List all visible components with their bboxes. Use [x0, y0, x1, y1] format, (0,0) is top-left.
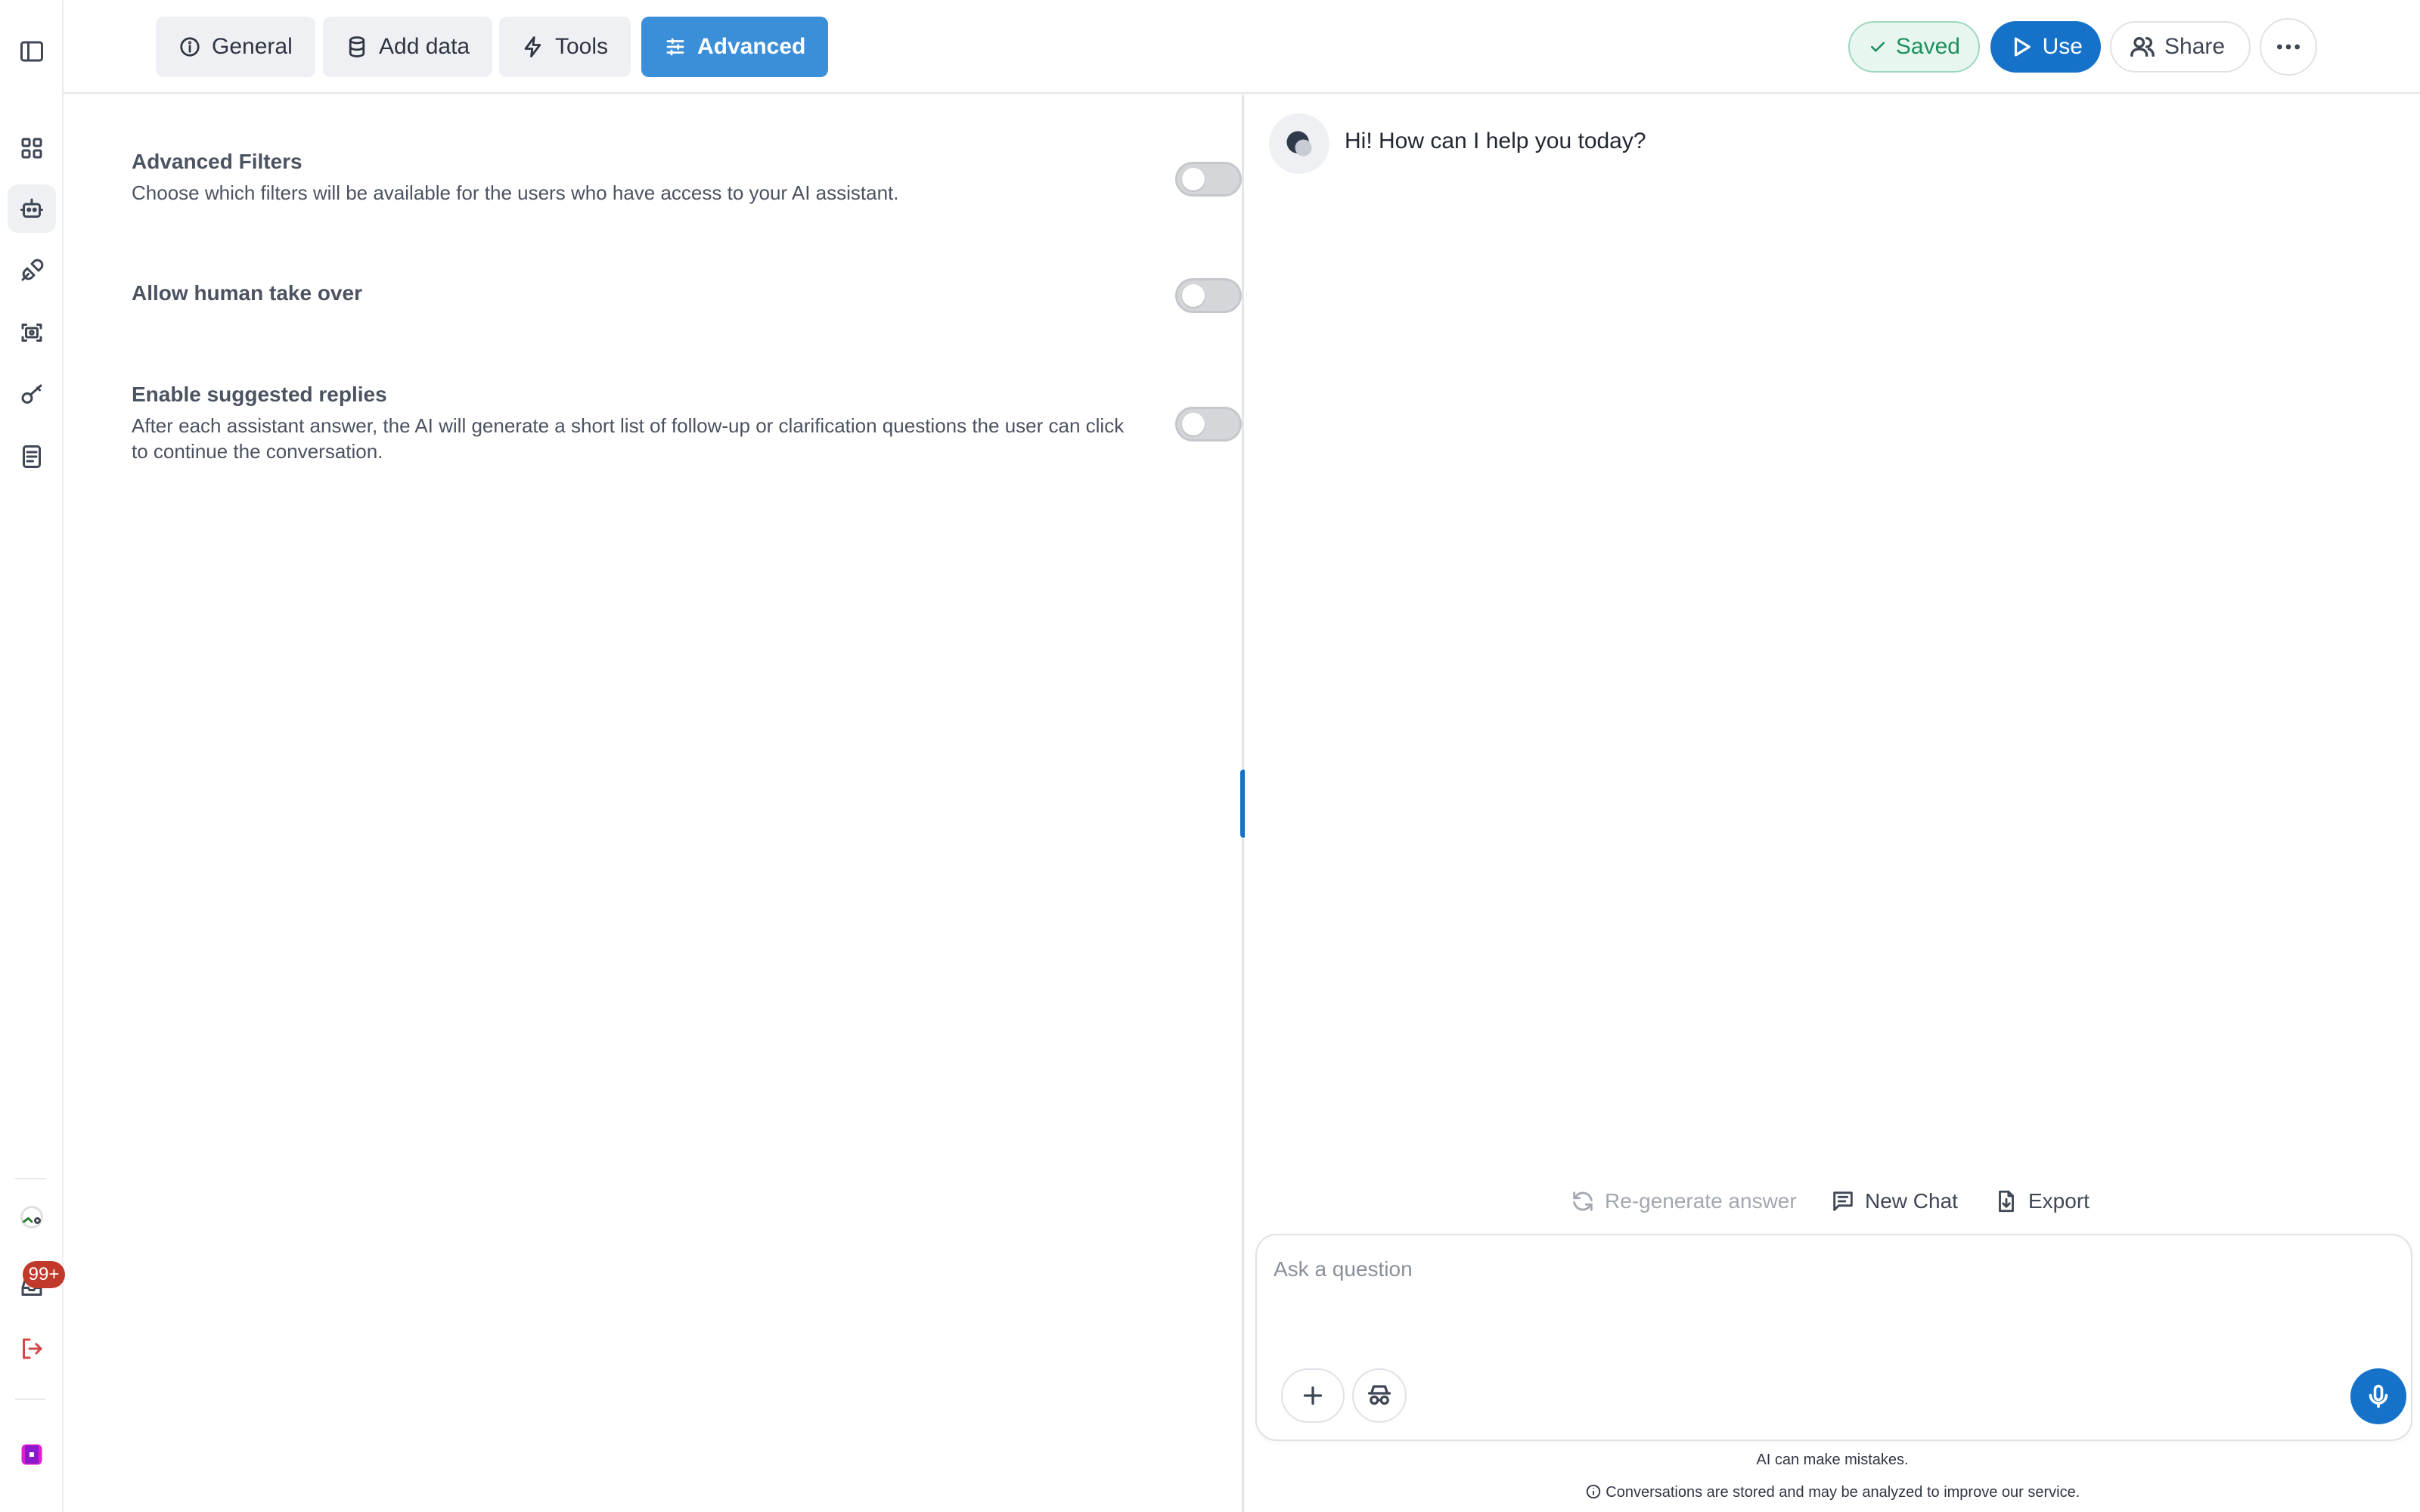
incognito-icon — [1367, 1385, 1392, 1405]
chat-preview-panel: Hi! How can I help you today? Re-generat… — [1245, 95, 2420, 1512]
rail-divider — [15, 1178, 45, 1179]
new-chat-button[interactable]: New Chat — [1830, 1182, 1958, 1220]
scan-icon[interactable] — [8, 308, 56, 357]
users-icon — [2130, 36, 2155, 57]
tab-label: General — [212, 34, 293, 59]
share-label: Share — [2164, 34, 2226, 59]
left-rail: 99+ — [0, 0, 65, 1512]
rail-divider — [15, 1399, 45, 1400]
file-export-icon — [1999, 1190, 2014, 1213]
toggle-sidebar-icon[interactable] — [8, 27, 56, 76]
info-icon — [180, 37, 200, 57]
tab-general[interactable]: General — [156, 17, 315, 77]
advanced-settings-panel: Advanced Filters Choose which filters wi… — [65, 95, 1243, 1512]
setting-title: Advanced Filters — [132, 150, 302, 173]
info-icon — [1586, 1484, 1600, 1499]
database-icon — [349, 36, 365, 57]
tab-tools[interactable]: Tools — [499, 17, 631, 77]
notification-badge: 99+ — [23, 1261, 65, 1288]
setting-description: After each assistant answer, the AI will… — [132, 414, 1125, 463]
setting-title: Allow human take over — [132, 281, 362, 305]
export-label: Export — [2028, 1189, 2090, 1213]
export-button[interactable]: Export — [1993, 1182, 2090, 1220]
sliders-icon — [666, 38, 684, 56]
setting-advanced-filters: Advanced Filters Choose which filters wi… — [132, 150, 1243, 206]
check-icon — [1870, 42, 1885, 52]
integrations-plug-icon[interactable] — [8, 246, 56, 295]
assistant-avatar — [1269, 113, 1329, 174]
suggested-replies-toggle[interactable] — [1175, 407, 1242, 442]
assistant-greeting: Hi! How can I help you today? — [1345, 129, 1646, 153]
setting-description: Choose which filters will be available f… — [132, 181, 899, 204]
workspace-avatar[interactable] — [8, 1193, 56, 1241]
chat-composer — [1255, 1234, 2412, 1441]
human-takeover-toggle[interactable] — [1175, 278, 1242, 313]
docs-icon[interactable] — [8, 432, 56, 481]
privacy-note: Conversations are stored and may be anal… — [1245, 1483, 2420, 1501]
plus-icon — [1303, 1386, 1323, 1405]
setting-human-takeover: Allow human take over — [132, 281, 1243, 311]
privacy-note-text: Conversations are stored and may be anal… — [1606, 1484, 2080, 1501]
saved-label: Saved — [1895, 34, 1960, 59]
refresh-icon — [1573, 1191, 1593, 1211]
saved-status-button[interactable]: Saved — [1848, 21, 1980, 73]
dashboard-icon[interactable] — [8, 124, 56, 172]
voice-input-button[interactable] — [2350, 1368, 2406, 1424]
assistant-bot-icon[interactable] — [8, 184, 56, 233]
play-icon — [2014, 37, 2031, 57]
share-button[interactable]: Share — [2110, 21, 2251, 73]
incognito-mode-button[interactable] — [1352, 1368, 1407, 1423]
tab-label: Add data — [379, 34, 470, 59]
regenerate-label: Re-generate answer — [1605, 1189, 1797, 1213]
top-bar: General Add data Tools Advanced Saved Us… — [64, 0, 2420, 94]
ai-disclaimer: AI can make mistakes. — [1756, 1452, 1909, 1468]
more-options-button[interactable] — [2260, 18, 2317, 76]
setting-title: Enable suggested replies — [132, 383, 387, 406]
use-button[interactable]: Use — [1990, 21, 2101, 73]
use-label: Use — [2042, 34, 2083, 59]
microphone-icon — [2369, 1384, 2388, 1408]
regenerate-answer-button[interactable]: Re-generate answer — [1570, 1182, 1797, 1220]
tab-label: Tools — [555, 34, 609, 59]
key-icon[interactable] — [8, 370, 56, 419]
tab-add-data[interactable]: Add data — [323, 17, 493, 77]
tab-advanced[interactable]: Advanced — [641, 17, 829, 77]
lightning-icon — [524, 36, 541, 57]
add-attachment-button[interactable] — [1281, 1368, 1345, 1423]
new-chat-label: New Chat — [1865, 1189, 1958, 1213]
advanced-filters-toggle[interactable] — [1175, 162, 1242, 197]
question-input[interactable] — [1274, 1250, 2378, 1288]
logout-icon[interactable] — [8, 1325, 56, 1373]
chat-icon — [1833, 1191, 1853, 1211]
app-logo-icon[interactable] — [8, 1430, 56, 1479]
tab-label: Advanced — [697, 34, 806, 59]
more-horizontal-icon — [2277, 44, 2300, 50]
setting-suggested-replies: Enable suggested replies After each assi… — [132, 383, 1243, 464]
